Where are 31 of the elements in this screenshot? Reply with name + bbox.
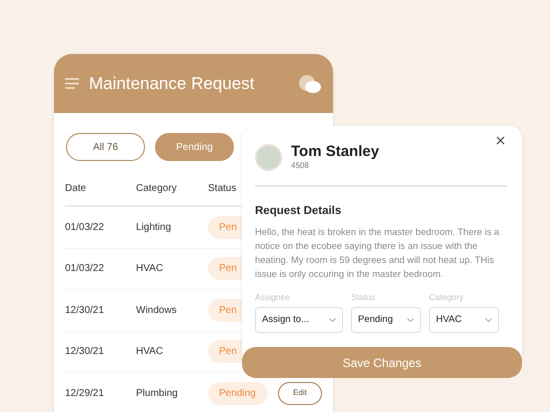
column-header: Category (136, 182, 178, 196)
table-cell-text: Windows (136, 304, 178, 318)
person-id: 4508 (291, 161, 310, 171)
chat-icon[interactable] (298, 74, 322, 94)
close-icon[interactable] (496, 136, 505, 145)
dropdown-field[interactable]: Pending (351, 307, 421, 333)
column-header: Date (65, 182, 88, 196)
chevron-down-icon (407, 318, 414, 322)
dropdown-field[interactable]: Assign to... (255, 307, 343, 333)
field-label: Status (351, 291, 376, 304)
edit-button[interactable]: Edit (278, 382, 322, 405)
filter-tab[interactable]: All 76 (66, 133, 145, 161)
menu-icon[interactable] (65, 78, 79, 89)
table-cell-text: 01/03/22 (65, 262, 105, 276)
chevron-down-icon (485, 318, 492, 322)
table-cell-text: HVAC (136, 345, 164, 360)
table-cell-text: Plumbing (136, 386, 179, 401)
avatar (255, 144, 282, 170)
table-cell-text: 12/29/21 (65, 386, 105, 401)
app-title: Maintenance Request (89, 72, 254, 95)
chevron-down-icon (329, 318, 336, 322)
table-cell-text: Lighting (136, 220, 172, 235)
dropdown-field[interactable]: HVAC (429, 307, 499, 333)
person-name: Tom Stanley (291, 143, 380, 161)
table-cell-text: 12/30/21 (65, 304, 105, 318)
table-cell-text: HVAC (136, 262, 164, 276)
field-label: Category (429, 291, 464, 304)
table-cell-text: 01/03/22 (65, 220, 105, 235)
status-badge: Pending (208, 382, 268, 405)
column-header: Status (208, 182, 238, 196)
table-cell-text: 12/30/21 (65, 345, 105, 360)
